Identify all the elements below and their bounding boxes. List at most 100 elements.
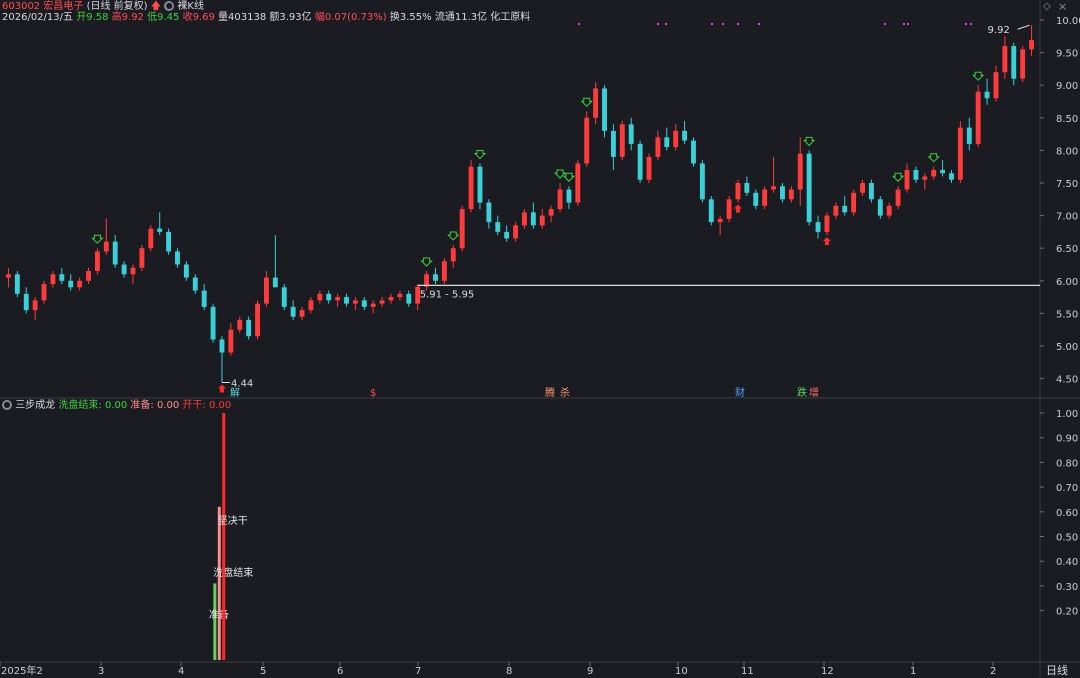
candle-body (842, 205, 848, 213)
candle-body (717, 218, 723, 223)
candle-body (112, 241, 118, 265)
candle-body (59, 274, 65, 281)
candle-body (1002, 46, 1008, 73)
candle-body (691, 140, 696, 164)
red-arrow-icon (217, 384, 226, 393)
legend-wash-name: 洗盘结束 (58, 400, 99, 411)
price-tick-label: 10.00 (1056, 16, 1080, 27)
candle-body (619, 124, 625, 157)
time-tick-label: 10 (675, 666, 688, 676)
candle-body (1029, 40, 1034, 50)
signal-dot (665, 23, 667, 25)
candle-body (753, 192, 759, 206)
signal-dot (970, 23, 972, 25)
candle-body (255, 303, 260, 337)
candle-body (121, 264, 127, 275)
candle-body (824, 215, 830, 232)
candle-body (664, 137, 670, 148)
candle-body (299, 310, 305, 317)
price-tick-label: 7.00 (1056, 212, 1078, 223)
green-arrow-icon (553, 169, 567, 179)
price-tick-label: 8.50 (1056, 114, 1078, 125)
candle-body (584, 117, 590, 164)
candle-body (895, 189, 901, 206)
signal-dot (965, 23, 967, 25)
candle-body (68, 280, 74, 288)
event-tag: 财 (735, 386, 745, 399)
candle-body (886, 205, 892, 216)
indicator-settings-icon[interactable]: ● (2, 400, 12, 410)
candle-body (361, 300, 367, 307)
candle-body (539, 215, 545, 226)
price-tick-label: 6.00 (1056, 277, 1078, 288)
candle-body (441, 261, 447, 281)
candle-body (370, 303, 376, 307)
candle-body (504, 231, 510, 239)
legend-go-name: 开干 (182, 400, 203, 411)
candle-body (94, 251, 100, 272)
time-tick-label: 3 (98, 666, 104, 676)
signal-dot (758, 23, 760, 25)
candle-body (984, 91, 990, 99)
candle-body (1011, 46, 1017, 79)
legend-wash-value: 0.00 (104, 400, 128, 411)
candle-body (726, 199, 732, 219)
green-arrow-icon (927, 153, 940, 163)
stock-chart-window: 603002 宏昌电子 (日线 前复权) 🡅 ● 裸K线 2026/02/13/… (0, 0, 1080, 677)
signal-dot (578, 23, 580, 25)
signal-bar (222, 413, 226, 660)
candle-body (602, 88, 607, 131)
red-arrow-icon (822, 237, 831, 246)
candle-body (860, 183, 865, 193)
close-icon[interactable]: × (1058, 0, 1067, 13)
candle-body (975, 91, 981, 144)
candle-body (352, 300, 358, 304)
indicator-legend: ● 三步成龙 洗盘结束: 0.00 准备: 0.00 开干: 0.00 (2, 400, 232, 411)
time-tick-label: 5 (260, 666, 266, 676)
time-tick-label: 1 (910, 666, 916, 676)
indicator-tick-label: 0.80 (1056, 458, 1078, 469)
candle-body (41, 284, 47, 301)
candle-body (264, 277, 269, 304)
candle-body (949, 173, 954, 180)
signal-bar-label: 坚决干 (218, 515, 248, 527)
candle-body (210, 306, 216, 340)
candle-body (23, 293, 29, 311)
candle-body (477, 166, 483, 203)
candle-body (940, 169, 946, 174)
candle-body (192, 277, 198, 291)
diamond-icon[interactable]: ◇ (1043, 1, 1051, 12)
candle-body (530, 212, 536, 226)
candle-body (744, 183, 750, 193)
chart-canvas[interactable]: 10.009.509.008.508.007.507.006.506.005.5… (0, 0, 1080, 676)
green-arrow-icon (891, 172, 905, 182)
signal-dot (884, 23, 886, 25)
price-tick-label: 9.00 (1056, 81, 1078, 92)
candle-body (673, 130, 679, 148)
chart-frame (0, 0, 1080, 676)
green-arrow-icon (447, 231, 460, 241)
indicator-tick-label: 0.40 (1056, 557, 1078, 568)
indicator-tick-label: 0.60 (1056, 508, 1078, 519)
event-tag: 增 (809, 386, 819, 399)
candle-body (246, 319, 252, 337)
indicator-title[interactable]: 三步成龙 (15, 400, 55, 411)
candle-body (628, 124, 634, 144)
legend-prep-name: 准备 (130, 400, 151, 411)
candle-body (344, 297, 349, 304)
candle-body (32, 300, 38, 311)
price-tick-label: 6.50 (1056, 244, 1078, 255)
legend-prep-value: 0.00 (156, 400, 180, 411)
candlestick-series (6, 25, 1034, 383)
candle-body (148, 228, 154, 249)
indicator-tick-label: 1.00 (1056, 409, 1078, 420)
candle-body (655, 137, 661, 157)
candle-body (762, 189, 768, 206)
candle-body (646, 156, 652, 180)
candle-body (548, 209, 554, 216)
candle-body (966, 127, 972, 144)
candle-body (166, 231, 172, 252)
indicator-tick-label: 0.30 (1056, 582, 1078, 593)
high-pointer (1017, 24, 1030, 30)
time-tick-label: 2025年2 (1, 664, 43, 676)
